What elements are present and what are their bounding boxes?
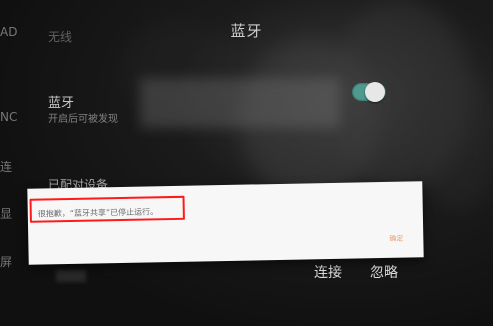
screen: AD NC 连 显 屏 蓝牙 无线 蓝牙 开启后可被发现 已配对设备 连接 忽略… <box>0 0 493 326</box>
page-title: 蓝牙 <box>230 22 263 40</box>
error-dialog: 很抱歉，“蓝牙共享”已停止运行。 确定 <box>27 181 424 265</box>
bluetooth-toggle[interactable] <box>352 82 386 102</box>
bluetooth-setting-row[interactable]: 蓝牙 开启后可被发现 <box>48 92 398 132</box>
error-message: 很抱歉，“蓝牙共享”已停止运行。 <box>37 207 159 219</box>
section-label: 无线 <box>48 30 73 44</box>
sidebar-item[interactable]: NC <box>0 110 40 124</box>
sidebar-item[interactable]: 连 <box>0 158 40 175</box>
ignore-button[interactable]: 忽略 <box>370 262 398 282</box>
redacted-strip <box>56 270 86 282</box>
left-sidebar: AD NC 连 显 屏 <box>0 0 40 326</box>
toggle-knob <box>365 82 385 102</box>
ok-button[interactable]: 确定 <box>383 231 409 245</box>
bluetooth-settings-background: AD NC 连 显 屏 蓝牙 无线 蓝牙 开启后可被发现 已配对设备 连接 忽略 <box>0 0 493 326</box>
connect-button[interactable]: 连接 <box>314 262 342 282</box>
bluetooth-label: 蓝牙 <box>48 96 75 111</box>
bottom-actions: 连接 忽略 <box>310 262 460 282</box>
bluetooth-subtext: 开启后可被发现 <box>48 114 118 125</box>
